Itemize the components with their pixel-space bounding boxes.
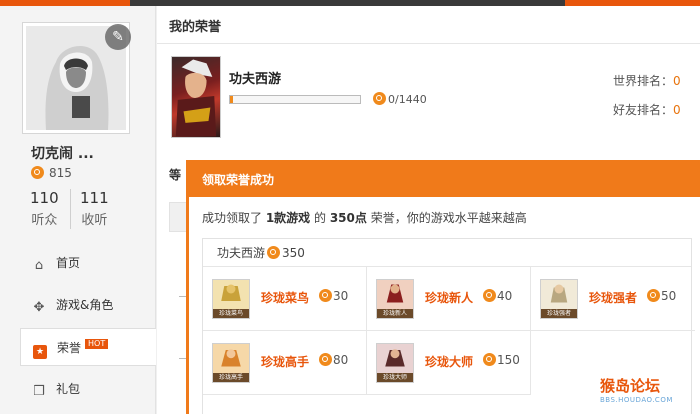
stats-divider xyxy=(70,189,71,229)
game-cover-art xyxy=(175,59,217,137)
badge-item[interactable]: 珍珑大师 珍珑大师 150 xyxy=(367,331,531,395)
friend-rank-value: 0 xyxy=(673,103,681,117)
sidebar-item-label: 首页 xyxy=(56,256,81,270)
badge-points-value: 50 xyxy=(661,289,677,303)
badge-image: 珍珑菜鸟 xyxy=(212,279,250,319)
badge-points: 50 xyxy=(647,289,676,303)
badge-name: 珍珑新人 xyxy=(425,291,474,305)
friend-rank: 好友排名：0 xyxy=(613,101,681,118)
sidebar-item-label: 荣誉 xyxy=(57,341,82,355)
badge-name: 珍珑大师 xyxy=(425,355,474,369)
honor-progress-value: 0/1440 xyxy=(388,93,427,106)
badge-tag: 珍珑高手 xyxy=(213,373,249,382)
badge-item[interactable]: 珍珑高手 珍珑高手 80 xyxy=(203,331,367,395)
badge-image: 珍珑高手 xyxy=(212,343,250,383)
watermark-url: BBS.HOUDAO.COM xyxy=(600,396,673,404)
level-section-title: 等 xyxy=(169,168,182,182)
badge-points-value: 150 xyxy=(497,353,520,367)
coin-icon xyxy=(319,289,332,302)
world-rank: 世界排名：0 xyxy=(613,72,681,89)
badge-points: 40 xyxy=(483,289,512,303)
badge-points: 80 xyxy=(319,353,348,367)
badge-image: 珍珑强者 xyxy=(540,279,578,319)
coin-icon xyxy=(31,166,44,179)
badge-name: 珍珑强者 xyxy=(589,291,638,305)
honor-progress-bar xyxy=(229,95,361,104)
forum-watermark: 猴岛论坛 BBS.HOUDAO.COM xyxy=(600,375,673,404)
world-rank-label: 世界排名： xyxy=(613,74,674,88)
badge-tag: 珍珑菜鸟 xyxy=(213,309,249,318)
honor-progress-text: 0/1440 xyxy=(373,92,427,106)
home-icon: ⌂ xyxy=(34,258,44,273)
badge-tag: 珍珑大师 xyxy=(377,373,413,382)
rewards-game-name: 功夫西游 xyxy=(217,246,266,260)
honor-progress-fill xyxy=(230,96,233,103)
sidebar-item-home[interactable]: ⌂ 首页 xyxy=(20,244,156,282)
following-stat[interactable]: 111 收听 xyxy=(80,189,109,228)
title-divider xyxy=(157,43,700,44)
username[interactable]: 切克闹 ... xyxy=(31,143,94,163)
badge-points: 30 xyxy=(319,289,348,303)
badge-tag: 珍珑新人 xyxy=(377,309,413,318)
badge-art xyxy=(221,284,241,301)
badge-name: 珍珑菜鸟 xyxy=(261,291,310,305)
game-cover-image[interactable] xyxy=(171,56,221,138)
badge-points-value: 30 xyxy=(333,289,349,303)
coin-icon xyxy=(483,289,496,302)
sidebar-item-gift[interactable]: ❒ 礼包 xyxy=(20,370,156,408)
listeners-stat[interactable]: 110 听众 xyxy=(30,189,59,228)
message-game-count: 1款游戏 xyxy=(265,211,311,225)
sidebar-item-label: 礼包 xyxy=(56,382,81,396)
dialog-message: 成功领取了 1款游戏 的 350点 荣誉，你的游戏水平越来越高 xyxy=(202,209,527,226)
page-title: 我的荣誉 xyxy=(169,20,222,35)
badge-item[interactable]: 珍珑强者 珍珑强者 50 xyxy=(531,267,695,331)
listeners-label: 听众 xyxy=(31,213,58,228)
message-points: 350点 xyxy=(329,211,367,225)
badge-image: 珍珑大师 xyxy=(376,343,414,383)
coin-icon xyxy=(483,353,496,366)
rewards-game-row: 功夫西游 350 xyxy=(203,239,691,267)
following-count: 111 xyxy=(80,189,109,207)
badge-tag: 珍珑强者 xyxy=(541,309,577,318)
world-rank-value: 0 xyxy=(673,74,681,88)
coin-icon xyxy=(267,246,281,259)
sidebar-item-label: 游戏&角色 xyxy=(56,298,114,312)
coin-icon xyxy=(373,92,386,105)
game-name[interactable]: 功夫西游 xyxy=(229,68,281,87)
user-points: 815 xyxy=(31,166,72,180)
sidebar: ✎ 切克闹 ... 815 110 听众 111 收听 ⌂ 首页 ✥ 游戏&角色 ★… xyxy=(0,6,156,414)
coin-icon xyxy=(319,353,332,366)
badge-art xyxy=(550,284,568,303)
badge-art xyxy=(386,284,404,303)
coin-icon xyxy=(647,289,660,302)
message-middle: 的 xyxy=(310,211,330,225)
badge-name: 珍珑高手 xyxy=(261,355,310,369)
badge-image: 珍珑新人 xyxy=(376,279,414,319)
friend-rank-label: 好友排名： xyxy=(613,103,674,117)
gamepad-icon: ✥ xyxy=(33,300,45,315)
honor-icon: ★ xyxy=(33,345,47,359)
rewards-game-points: 350 xyxy=(282,246,305,260)
listeners-count: 110 xyxy=(30,189,59,207)
hot-badge: HOT xyxy=(85,339,109,349)
badge-points-value: 40 xyxy=(497,289,513,303)
user-points-value: 815 xyxy=(49,166,72,180)
watermark-text: 猴岛论坛 xyxy=(600,377,661,395)
badge-item[interactable]: 珍珑新人 珍珑新人 40 xyxy=(367,267,531,331)
following-label: 收听 xyxy=(81,213,108,228)
sidebar-item-games[interactable]: ✥ 游戏&角色 xyxy=(20,286,156,324)
badge-points-value: 80 xyxy=(333,353,349,367)
sidebar-item-honor[interactable]: ★ 荣誉 HOT xyxy=(20,328,156,366)
dialog-title: 领取荣誉成功 xyxy=(189,163,700,197)
badge-item[interactable]: 珍珑菜鸟 珍珑菜鸟 30 xyxy=(203,267,367,331)
gift-icon: ❒ xyxy=(33,384,45,399)
badge-art xyxy=(385,349,405,367)
message-suffix: 荣誉，你的游戏水平越来越高 xyxy=(366,211,527,225)
message-prefix: 成功领取了 xyxy=(202,211,266,225)
badge-art xyxy=(221,349,241,367)
edit-avatar-icon[interactable]: ✎ xyxy=(105,24,131,50)
badge-points: 150 xyxy=(483,353,520,367)
